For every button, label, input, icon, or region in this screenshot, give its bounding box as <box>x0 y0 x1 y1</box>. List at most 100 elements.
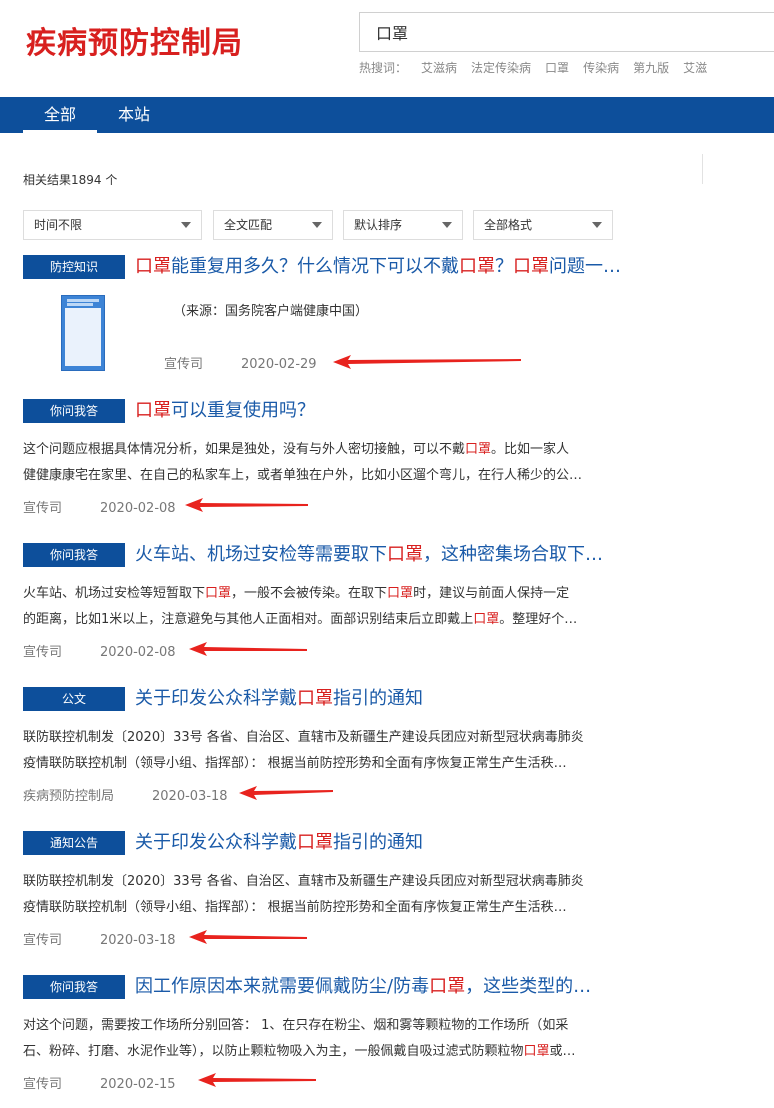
red-arrow-annotation <box>189 642 307 656</box>
keyword-highlight: 口罩 <box>297 688 333 709</box>
result-snippet: 联防联控机制发〔2020〕33号 各省、自治区、直辖市及新疆生产建设兵团应对新型… <box>23 725 623 777</box>
text-segment: ？ <box>495 256 513 277</box>
text-segment: 疫情联防联控机制（领导小组、指挥部）： 根据当前防控形势和全面有序恢复正常生产生… <box>23 756 567 771</box>
result-title-link[interactable]: 口罩能重复用多久？什么情况下可以不戴口罩？口罩问题一… <box>135 253 625 281</box>
text-segment: 关于印发公众科学戴 <box>135 832 297 853</box>
search-result: 你问我答 火车站、机场过安检等需要取下口罩，这种密集场合取下… 火车站、机场过安… <box>23 543 623 663</box>
keyword-highlight: 口罩 <box>387 544 423 565</box>
result-author: 宣传司 <box>23 933 63 948</box>
text-segment: 指引的通知 <box>333 832 423 853</box>
result-source: （来源：国务院客户端健康中国） <box>173 304 369 319</box>
search-result: 你问我答 口罩可以重复使用吗？ 这个问题应根据具体情况分析，如果是独处，没有与外… <box>23 399 623 519</box>
text-segment: 关于印发公众科学戴 <box>135 688 297 709</box>
red-arrow-annotation <box>239 786 333 800</box>
result-meta: 宣传司 2020-02-08 <box>23 497 176 516</box>
keyword-highlight: 口罩 <box>429 976 466 997</box>
category-badge: 你问我答 <box>23 543 125 567</box>
text-segment: 能重复用多久？什么情况下可以不戴 <box>171 256 459 277</box>
red-arrow-annotation <box>198 1073 316 1087</box>
result-snippet: 火车站、机场过安检等短暂取下口罩，一般不会被传染。在取下口罩时，建议与前面人保持… <box>23 581 623 633</box>
chevron-down-icon <box>312 222 322 228</box>
result-author: 疾病预防控制局 <box>23 789 115 804</box>
result-date: 2020-02-29 <box>241 357 317 372</box>
time-filter-select[interactable]: 时间不限 <box>23 210 202 240</box>
text-segment: 联防联控机制发〔2020〕33号 各省、自治区、直辖市及新疆生产建设兵团应对新型… <box>23 874 584 889</box>
text-segment: 因工作原因本来就需要佩戴防尘/防毒 <box>135 976 430 997</box>
category-badge: 你问我答 <box>23 975 125 999</box>
text-segment: 火车站、机场过安检等短暂取下 <box>23 586 206 601</box>
text-segment: 或… <box>549 1044 576 1059</box>
keyword-highlight: 口罩 <box>459 256 495 277</box>
result-meta: 宣传司 2020-02-29 <box>164 353 317 372</box>
result-snippet: 这个问题应根据具体情况分析，如果是独处，没有与外人密切接触，可以不戴口罩。比如一… <box>23 437 623 489</box>
result-meta: 疾病预防控制局 2020-03-18 <box>23 785 228 804</box>
result-meta: 宣传司 2020-02-15 <box>23 1073 176 1092</box>
result-date: 2020-02-08 <box>100 501 176 516</box>
keyword-highlight: 口罩 <box>135 256 171 277</box>
text-segment: 石、粉碎、打磨、水泥作业等），以防止颗粒物吸入为主，一般佩戴自吸过滤式防颗粒物 <box>23 1044 524 1059</box>
keyword-highlight: 口罩 <box>473 612 500 627</box>
hot-word-link[interactable]: 艾滋病 <box>421 59 457 76</box>
result-author: 宣传司 <box>164 357 204 372</box>
result-title-link[interactable]: 口罩可以重复使用吗？ <box>135 397 625 425</box>
text-segment: ，一般不会被传染。在取下 <box>231 586 388 601</box>
vertical-divider <box>702 154 703 184</box>
red-arrow-annotation <box>333 355 521 369</box>
result-title-link[interactable]: 关于印发公众科学戴口罩指引的通知 <box>135 685 625 713</box>
match-filter-select[interactable]: 全文匹配 <box>213 210 333 240</box>
sort-filter-select[interactable]: 默认排序 <box>343 210 463 240</box>
keyword-highlight: 口罩 <box>205 586 232 601</box>
result-date: 2020-02-15 <box>100 1077 176 1092</box>
result-thumbnail-image[interactable] <box>61 295 105 371</box>
red-arrow-annotation <box>189 930 307 944</box>
category-badge: 你问我答 <box>23 399 125 423</box>
result-date: 2020-02-08 <box>100 645 176 660</box>
text-segment: 问题一… <box>549 256 621 277</box>
search-input[interactable] <box>360 13 774 51</box>
hot-word-link[interactable]: 法定传染病 <box>471 59 531 76</box>
hot-word-link[interactable]: 第九版 <box>633 59 669 76</box>
result-meta: 宣传司 2020-03-18 <box>23 929 176 948</box>
search-result: 你问我答 因工作原因本来就需要佩戴防尘/防毒口罩，这些类型的… 对这个问题，需要… <box>23 975 623 1095</box>
search-box[interactable] <box>359 12 774 52</box>
hot-word-link[interactable]: 口罩 <box>545 59 569 76</box>
text-segment: 。比如一家人 <box>491 442 570 457</box>
tab-site[interactable]: 本站 <box>97 97 171 133</box>
category-badge: 公文 <box>23 687 125 711</box>
category-badge: 通知公告 <box>23 831 125 855</box>
text-segment: 指引的通知 <box>333 688 423 709</box>
text-segment: 联防联控机制发〔2020〕33号 各省、自治区、直辖市及新疆生产建设兵团应对新型… <box>23 730 584 745</box>
search-result: 通知公告 关于印发公众科学戴口罩指引的通知 联防联控机制发〔2020〕33号 各… <box>23 831 623 951</box>
chevron-down-icon <box>442 222 452 228</box>
result-author: 宣传司 <box>23 1077 63 1092</box>
hot-word-link[interactable]: 艾滋 <box>683 59 707 76</box>
result-title-link[interactable]: 因工作原因本来就需要佩戴防尘/防毒口罩，这些类型的… <box>135 973 625 1001</box>
site-logo[interactable]: 疾病预防控制局 <box>26 18 243 62</box>
tab-all[interactable]: 全部 <box>23 97 97 133</box>
keyword-highlight: 口罩 <box>513 256 549 277</box>
keyword-highlight: 口罩 <box>523 1044 550 1059</box>
format-filter-select[interactable]: 全部格式 <box>473 210 613 240</box>
chevron-down-icon <box>181 222 191 228</box>
hot-word-link[interactable]: 传染病 <box>583 59 619 76</box>
result-author: 宣传司 <box>23 645 63 660</box>
text-segment: 。整理好个… <box>499 612 578 627</box>
result-date: 2020-03-18 <box>100 933 176 948</box>
text-segment: 火车站、机场过安检等需要取下 <box>135 544 387 565</box>
result-date: 2020-03-18 <box>152 789 228 804</box>
text-segment: 疫情联防联控机制（领导小组、指挥部）： 根据当前防控形势和全面有序恢复正常生产生… <box>23 900 567 915</box>
search-result: 公文 关于印发公众科学戴口罩指引的通知 联防联控机制发〔2020〕33号 各省、… <box>23 687 623 807</box>
text-segment: 可以重复使用吗？ <box>171 400 315 421</box>
category-badge: 防控知识 <box>23 255 125 279</box>
result-snippet: 对这个问题，需要按工作场所分别回答： 1、在只存在粉尘、烟和雾等颗粒物的工作场所… <box>23 1013 623 1065</box>
match-filter-label: 全文匹配 <box>224 218 273 232</box>
text-segment: 的距离，比如1米以上，注意避免与其他人正面相对。面部识别结束后立即戴上 <box>23 612 474 627</box>
result-author: 宣传司 <box>23 501 63 516</box>
result-title-link[interactable]: 火车站、机场过安检等需要取下口罩，这种密集场合取下… <box>135 541 625 569</box>
result-title-link[interactable]: 关于印发公众科学戴口罩指引的通知 <box>135 829 625 857</box>
hot-words-label: 热搜词： <box>359 61 408 75</box>
text-segment: 时，建议与前面人保持一定 <box>413 586 570 601</box>
result-snippet: 联防联控机制发〔2020〕33号 各省、自治区、直辖市及新疆生产建设兵团应对新型… <box>23 869 623 921</box>
sort-filter-label: 默认排序 <box>354 218 403 232</box>
red-arrow-annotation <box>185 498 308 512</box>
